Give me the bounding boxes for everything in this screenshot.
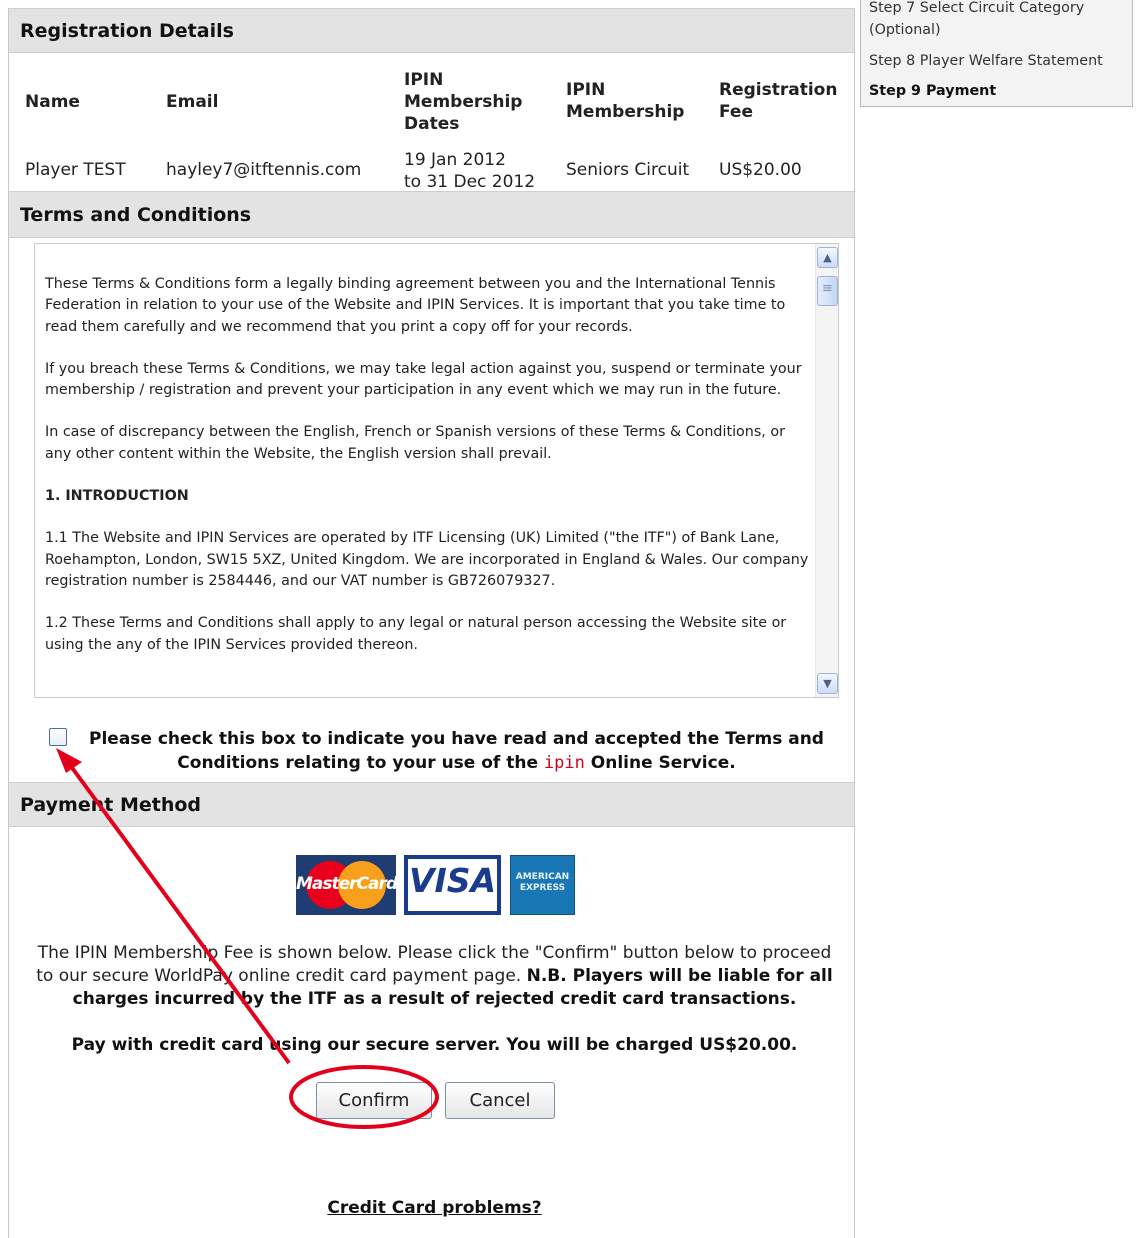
payment-charge-text: Pay with credit card using our secure se… bbox=[71, 1035, 798, 1055]
confirm-button[interactable]: Confirm bbox=[316, 1082, 432, 1119]
terms-paragraph: In case of discrepancy between the Engli… bbox=[45, 424, 786, 462]
ipin-brand-text: ipin bbox=[543, 753, 585, 773]
column-header-membership-dates: IPIN Membership Dates bbox=[404, 70, 523, 134]
step-7-optional[interactable]: (Optional) bbox=[869, 20, 1129, 40]
membership-type: Seniors Circuit bbox=[566, 160, 690, 180]
column-header-membership: IPIN Membership bbox=[566, 80, 685, 122]
column-header-email: Email bbox=[166, 92, 219, 112]
column-header-fee: Registration Fee bbox=[719, 80, 838, 122]
column-header-name: Name bbox=[25, 92, 80, 112]
payment-info-text: The IPIN Membership Fee is shown below. … bbox=[27, 942, 842, 1011]
steps-sidebar: Step 7 Select Circuit Category (Optional… bbox=[860, 0, 1133, 107]
registration-details-header: Registration Details bbox=[9, 8, 854, 53]
terms-scroll-box[interactable]: These Terms & Conditions form a legally … bbox=[34, 243, 839, 698]
accept-terms-label[interactable]: Please check this box to indicate you ha… bbox=[69, 727, 844, 775]
terms-section-heading: 1. INTRODUCTION bbox=[45, 488, 189, 505]
step-9-label: Step 9 Payment bbox=[869, 83, 997, 99]
membership-dates-start: 19 Jan 2012 bbox=[404, 150, 506, 170]
step-8-label[interactable]: Step 8 Player Welfare Statement bbox=[869, 51, 1129, 71]
terms-paragraph: 1.1 The Website and IPIN Services are op… bbox=[45, 530, 809, 589]
payment-method-header: Payment Method bbox=[9, 782, 854, 827]
terms-paragraph: These Terms & Conditions form a legally … bbox=[45, 276, 786, 335]
registration-panel: Registration Details Name Email IPIN Mem… bbox=[8, 8, 855, 1238]
terms-header: Terms and Conditions bbox=[9, 191, 854, 238]
mastercard-label: MasterCard bbox=[296, 874, 398, 894]
scroll-up-icon[interactable]: ▲ bbox=[817, 247, 838, 268]
cancel-button[interactable]: Cancel bbox=[445, 1082, 555, 1119]
terms-paragraph: 1.2 These Terms and Conditions shall app… bbox=[45, 615, 787, 653]
terms-scrollbar[interactable]: ▲ ▼ bbox=[815, 244, 838, 697]
terms-text: These Terms & Conditions form a legally … bbox=[45, 244, 810, 677]
terms-paragraph: If you breach these Terms & Conditions, … bbox=[45, 360, 802, 399]
visa-inner: VISA bbox=[408, 859, 497, 911]
terms-cut-line bbox=[45, 244, 810, 274]
scroll-down-icon[interactable]: ▼ bbox=[817, 673, 838, 694]
amex-logo: AMERICAN EXPRESS bbox=[510, 855, 575, 915]
player-name: Player TEST bbox=[25, 160, 126, 180]
membership-dates-end: to 31 Dec 2012 bbox=[404, 172, 536, 192]
registration-fee: US$20.00 bbox=[719, 160, 802, 180]
player-email: hayley7@itftennis.com bbox=[166, 160, 362, 180]
credit-card-problems-link[interactable]: Credit Card problems? bbox=[27, 1198, 842, 1218]
amex-label: AMERICAN EXPRESS bbox=[515, 872, 570, 893]
mastercard-logo: MasterCard bbox=[296, 855, 398, 915]
accept-terms-checkbox[interactable] bbox=[49, 728, 67, 746]
step-7-label[interactable]: Step 7 Select Circuit Category bbox=[869, 0, 1129, 18]
visa-label: VISA bbox=[408, 861, 497, 900]
accept-terms-text-end: Online Service. bbox=[584, 753, 736, 773]
visa-logo: VISA bbox=[404, 855, 501, 915]
scroll-thumb[interactable] bbox=[817, 276, 838, 306]
registration-table: Name Email IPIN Membership Dates IPIN Me… bbox=[9, 53, 854, 192]
